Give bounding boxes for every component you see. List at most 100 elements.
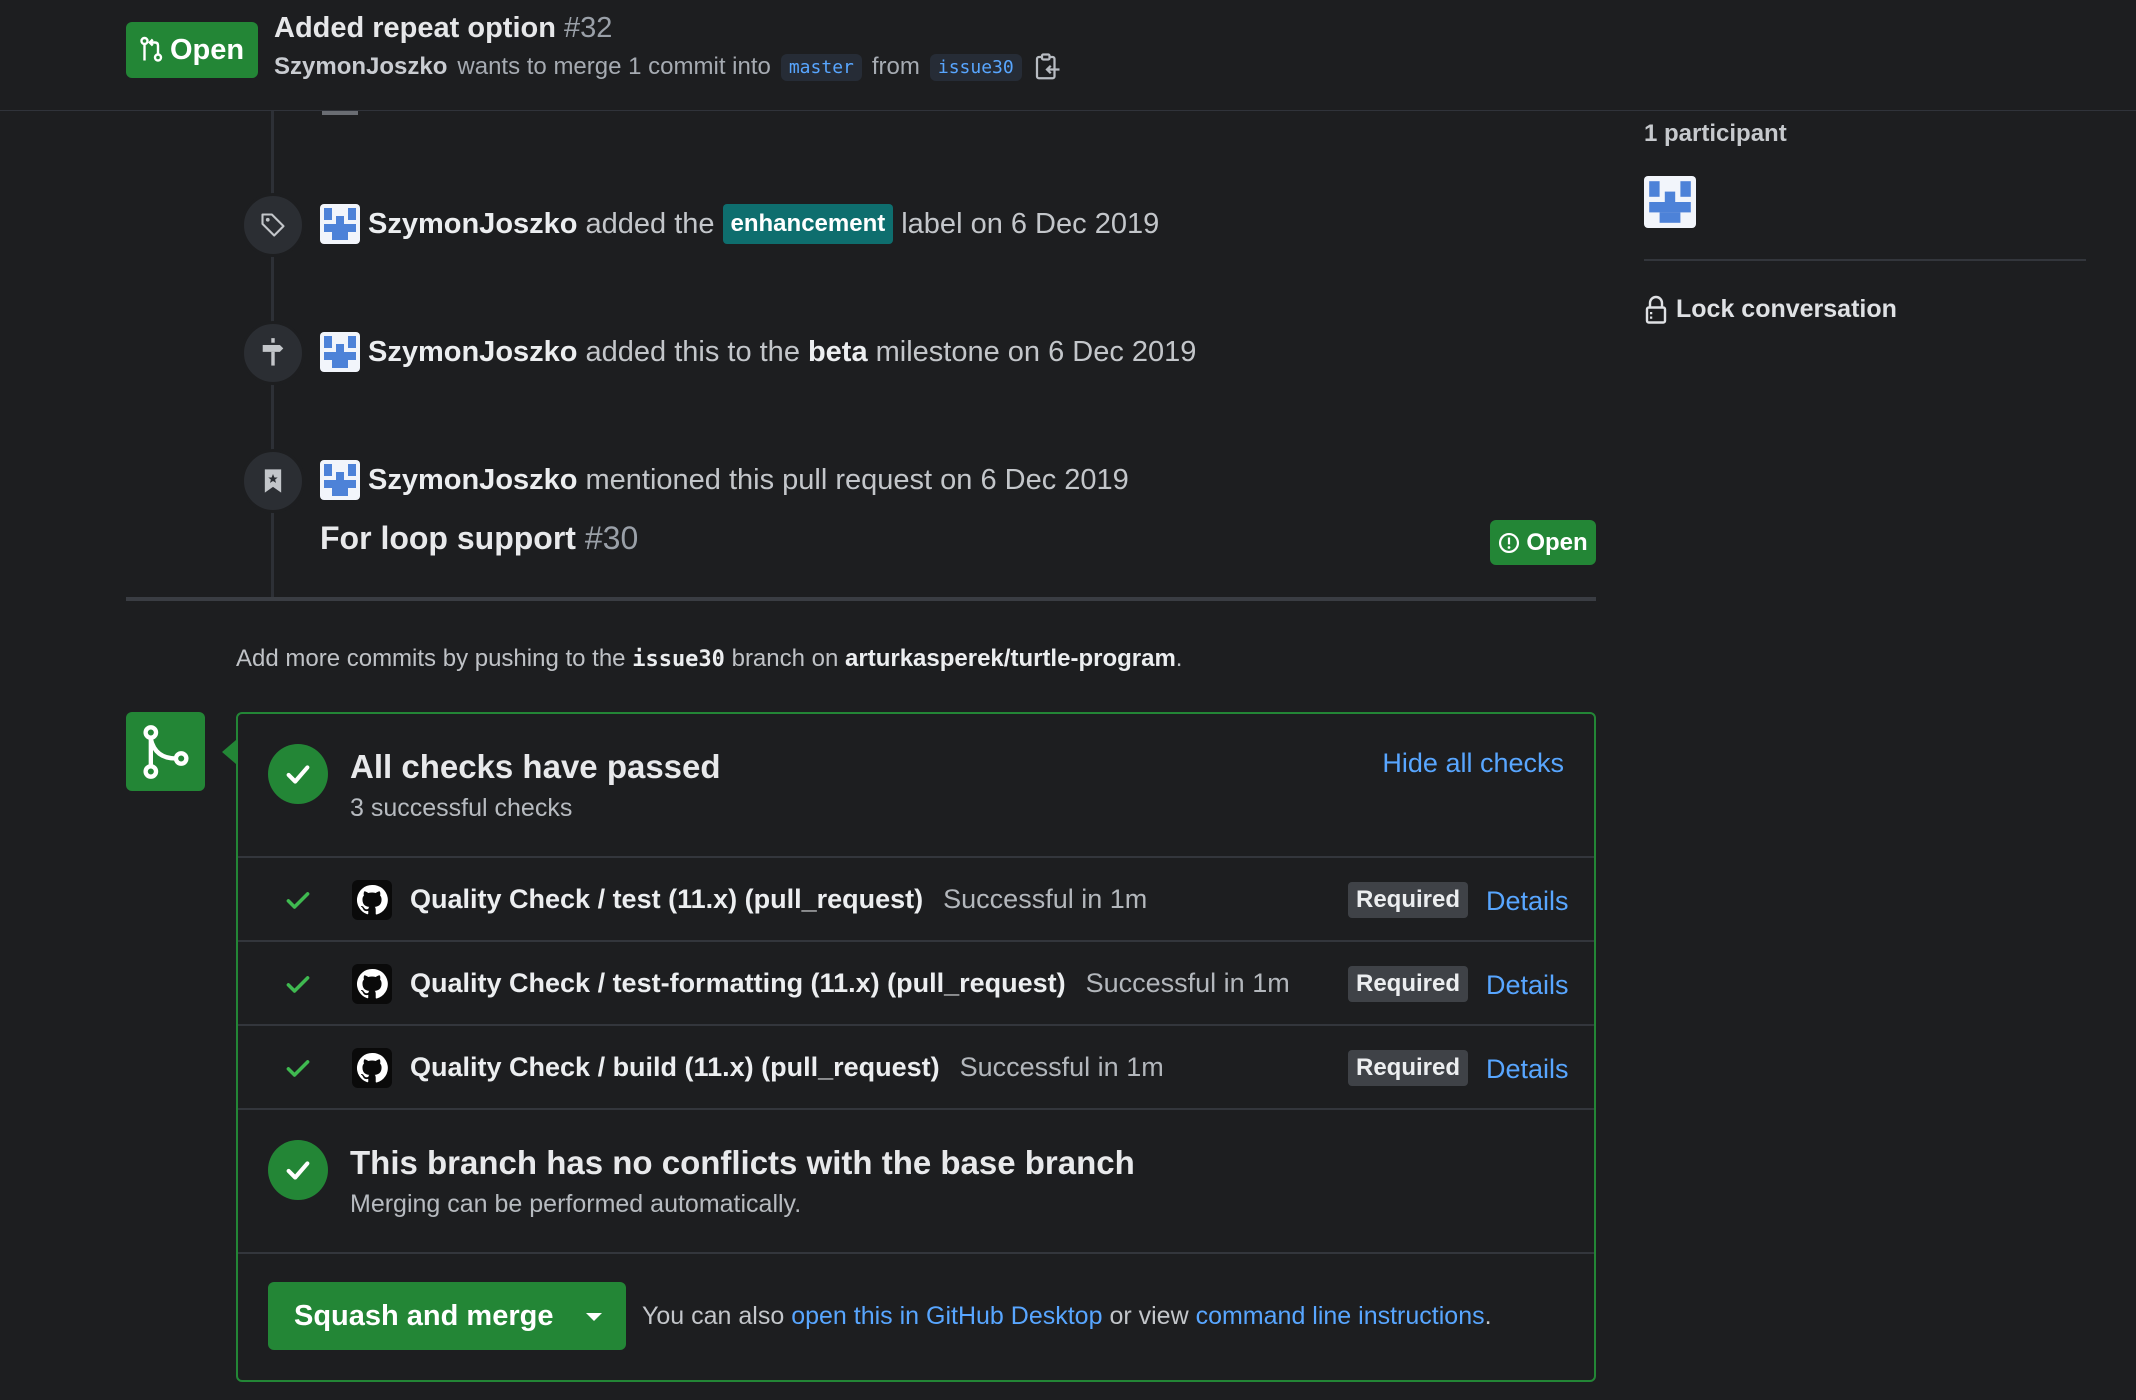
- push-hint-repo: arturkasperek/turtle-program: [845, 645, 1176, 672]
- command-line-link[interactable]: command line instructions: [1196, 1302, 1485, 1330]
- referenced-issue-text[interactable]: For loop support: [320, 520, 576, 556]
- checks-summary: All checks have passed 3 successful chec…: [238, 714, 1594, 858]
- event-text: added the: [585, 207, 715, 240]
- merge-text: wants to merge 1 commit into: [457, 53, 771, 80]
- check-name: Quality Check / test-formatting (11.x) (…: [410, 968, 1290, 999]
- conflicts-subtitle: Merging can be performed automatically.: [350, 1190, 802, 1218]
- label-enhancement[interactable]: enhancement: [722, 204, 894, 244]
- check-icon: [286, 765, 310, 784]
- required-badge: Required: [1348, 966, 1469, 1002]
- merge-button-label: Squash and merge: [294, 1300, 554, 1332]
- event-badge-mention: [241, 449, 305, 513]
- check-name-text: Quality Check / test-formatting (11.x) (…: [410, 968, 1066, 998]
- checks-status-circle: [268, 744, 328, 804]
- timeline-end-divider: [126, 597, 1596, 601]
- event-text: milestone on 6 Dec 2019: [875, 335, 1197, 368]
- lock-conversation-label: Lock conversation: [1676, 294, 1897, 323]
- check-name: Quality Check / build (11.x) (pull_reque…: [410, 1052, 1164, 1083]
- issue-open-icon: [1499, 532, 1520, 553]
- check-status-text: Successful in 1m: [1085, 968, 1290, 998]
- required-badge: Required: [1348, 1050, 1469, 1086]
- sidebar-divider: [1644, 259, 2086, 261]
- referenced-issue-number: #30: [584, 520, 639, 556]
- hide-checks-link[interactable]: Hide all checks: [1382, 748, 1564, 779]
- check-name: Quality Check / test (11.x) (pull_reques…: [410, 884, 1147, 915]
- push-hint-end: .: [1175, 645, 1183, 672]
- check-name-text: Quality Check / test (11.x) (pull_reques…: [410, 884, 924, 914]
- milestone-link[interactable]: beta: [808, 336, 868, 369]
- event-text: mentioned this pull request on 6 Dec 201…: [585, 463, 1129, 496]
- sticky-header: Open Added repeat option #32 SzymonJoszk…: [0, 0, 2136, 111]
- timeline-event-mentioned: SzymonJoszko mentioned this pull request…: [320, 460, 1129, 500]
- event-badge-label: [241, 193, 305, 257]
- check-icon: [286, 1060, 310, 1077]
- milestone-icon: [262, 338, 284, 366]
- chevron-down-icon[interactable]: [586, 1313, 602, 1321]
- check-name-text: Quality Check / build (11.x) (pull_reque…: [410, 1052, 940, 1082]
- github-logo-icon: [352, 964, 392, 1004]
- lock-icon: [1645, 295, 1667, 324]
- referenced-issue-state: Open: [1526, 528, 1588, 556]
- alt-text: .: [1484, 1302, 1492, 1330]
- event-text: label on 6 Dec 2019: [901, 207, 1160, 240]
- event-text: added this to the: [585, 335, 800, 368]
- event-actor[interactable]: SzymonJoszko: [368, 336, 578, 369]
- referenced-issue-state-badge: Open: [1490, 520, 1596, 565]
- base-branch[interactable]: master: [780, 53, 862, 81]
- tag-icon: [261, 213, 285, 237]
- pr-title-text: Added repeat option: [274, 12, 556, 44]
- push-hint-text: Add more commits by pushing to the: [236, 645, 626, 672]
- pr-number: #32: [564, 12, 613, 44]
- check-status-text: Successful in 1m: [959, 1052, 1164, 1082]
- git-merge-icon: [142, 724, 189, 779]
- timeline-event-labeled: SzymonJoszko added the enhancement label…: [320, 204, 1159, 244]
- check-status-text: Successful in 1m: [943, 884, 1148, 914]
- avatar[interactable]: [320, 460, 360, 500]
- participant-avatar[interactable]: [1644, 176, 1696, 228]
- check-row: Quality Check / test-formatting (11.x) (…: [238, 942, 1594, 1026]
- bookmark-icon: [264, 469, 282, 493]
- conflicts-status-circle: [268, 1140, 328, 1200]
- check-details-link[interactable]: Details: [1486, 1054, 1569, 1085]
- avatar[interactable]: [320, 332, 360, 372]
- required-badge: Required: [1348, 882, 1469, 918]
- checks-title: All checks have passed: [350, 748, 721, 785]
- github-logo-icon: [352, 1048, 392, 1088]
- event-actor[interactable]: SzymonJoszko: [368, 208, 578, 241]
- copy-clipboard-icon[interactable]: [1032, 52, 1062, 82]
- check-details-link[interactable]: Details: [1486, 970, 1569, 1001]
- referenced-issue-title[interactable]: For loop support #30: [320, 520, 638, 557]
- from-text: from: [871, 53, 920, 80]
- head-branch[interactable]: issue30: [929, 53, 1022, 81]
- alt-text: or view: [1109, 1302, 1189, 1330]
- pr-title: Added repeat option #32: [274, 12, 612, 45]
- pr-state-badge: Open: [126, 22, 258, 78]
- pr-author-link[interactable]: SzymonJoszko: [274, 53, 447, 81]
- checks-subtitle: 3 successful checks: [350, 794, 573, 822]
- check-details-link[interactable]: Details: [1486, 886, 1569, 917]
- alt-text: You can also: [642, 1302, 785, 1330]
- check-icon: [286, 892, 310, 909]
- merge-box: All checks have passed 3 successful chec…: [236, 712, 1596, 1382]
- squash-and-merge-button[interactable]: Squash and merge: [268, 1282, 626, 1350]
- merge-alternatives: You can also open this in GitHub Desktop…: [642, 1302, 1492, 1331]
- github-logo-icon: [352, 880, 392, 920]
- merge-status-icon-box: [126, 712, 205, 791]
- open-desktop-link[interactable]: open this in GitHub Desktop: [791, 1302, 1102, 1330]
- timeline-event-milestoned: SzymonJoszko added this to the beta mile…: [320, 332, 1196, 372]
- lock-conversation-button[interactable]: Lock conversation: [1644, 294, 1897, 324]
- pr-subtitle: SzymonJoszko wants to merge 1 commit int…: [274, 52, 1062, 82]
- participants-heading: 1 participant: [1644, 120, 1787, 147]
- event-actor[interactable]: SzymonJoszko: [368, 464, 578, 497]
- check-row: Quality Check / test (11.x) (pull_reques…: [238, 858, 1594, 942]
- git-pull-request-icon: [140, 36, 163, 62]
- merge-box-pointer: [222, 740, 236, 764]
- avatar[interactable]: [320, 204, 360, 244]
- check-row: Quality Check / build (11.x) (pull_reque…: [238, 1026, 1594, 1110]
- event-badge-milestone: [241, 321, 305, 385]
- conflicts-status: This branch has no conflicts with the ba…: [238, 1110, 1594, 1254]
- check-icon: [286, 976, 310, 993]
- push-hint-text: branch on: [731, 645, 839, 672]
- push-hint: Add more commits by pushing to the issue…: [236, 645, 1182, 673]
- push-hint-branch: issue30: [632, 647, 725, 672]
